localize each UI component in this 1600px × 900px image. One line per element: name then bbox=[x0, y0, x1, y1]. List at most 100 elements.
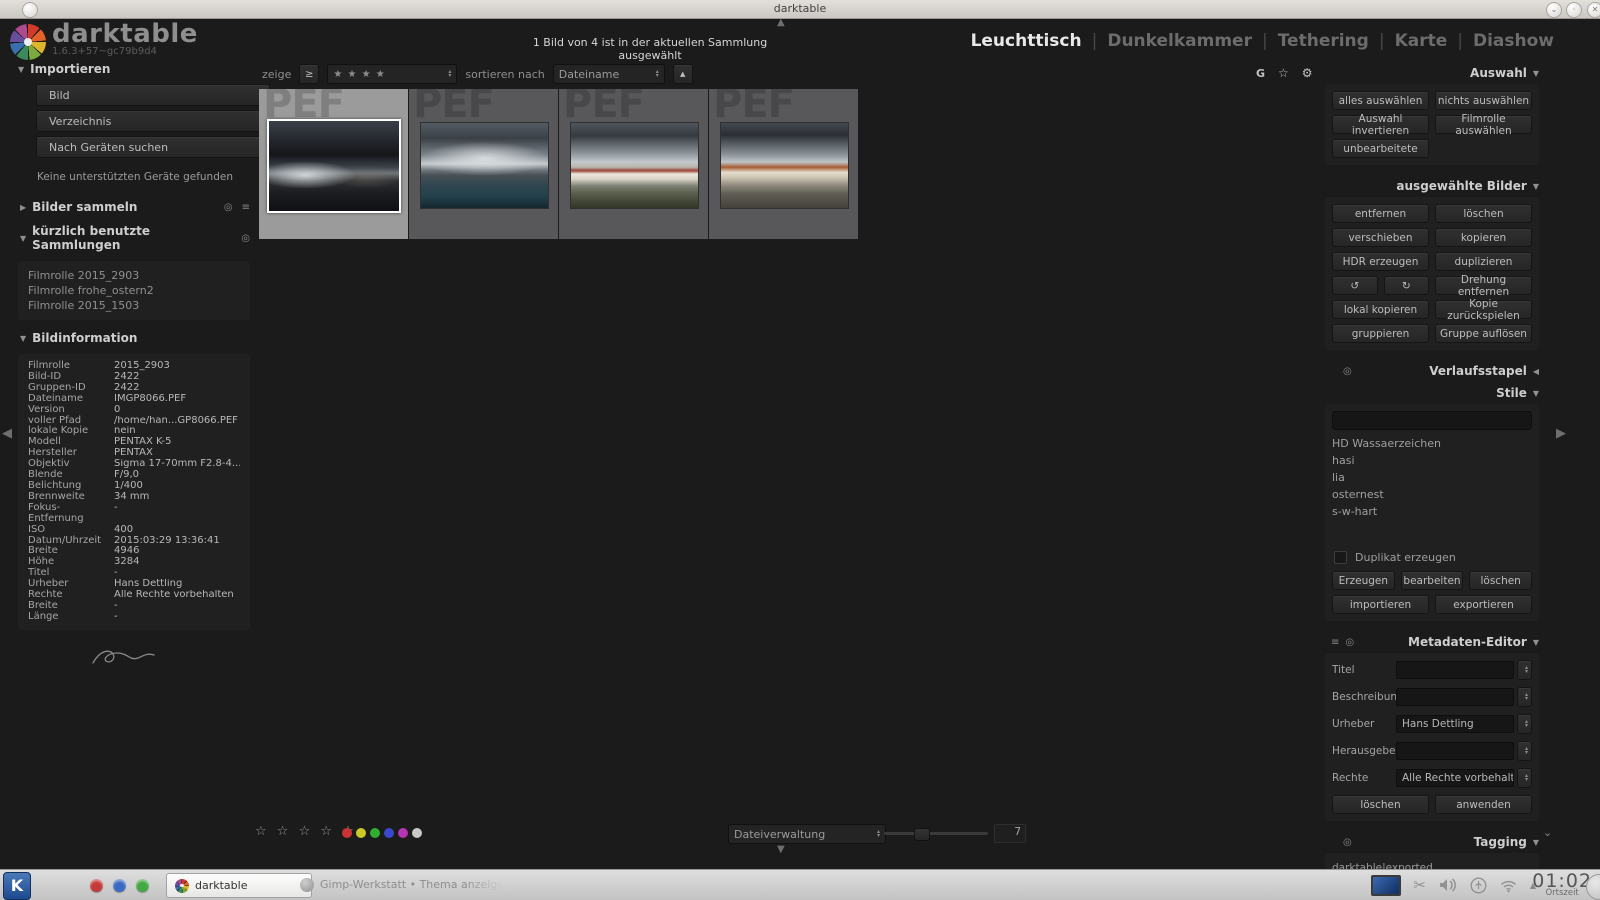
color-label-dot[interactable] bbox=[356, 828, 366, 838]
ungroup-button[interactable]: Gruppe auflösen bbox=[1435, 324, 1532, 343]
panel-scroll-down-icon[interactable]: ⌄ bbox=[1543, 826, 1552, 839]
field-spinner[interactable]: ▴ ▾ bbox=[1517, 741, 1532, 761]
history-stack-header[interactable]: ◎ Verlaufsstapel ◀ bbox=[1325, 360, 1539, 382]
group-button[interactable]: gruppieren bbox=[1332, 324, 1429, 343]
module-list-icon[interactable]: ≡ bbox=[1331, 637, 1339, 648]
import-section-header[interactable]: ▼ Importieren bbox=[18, 62, 252, 76]
import-folder-button[interactable]: Verzeichnis bbox=[36, 110, 270, 132]
rights-field[interactable]: Alle Rechte vorbehalten bbox=[1396, 769, 1514, 787]
selected-images-header[interactable]: ausgewählte Bilder ▼ bbox=[1325, 175, 1539, 197]
thumbnail-cell[interactable]: PEF bbox=[409, 89, 558, 239]
thumbnail-cell[interactable]: PEF bbox=[709, 89, 858, 239]
taskbar-item-gimp[interactable]: Gimp-Werkstatt • Thema anzeigen - 1.1 Au… bbox=[300, 873, 505, 896]
style-item[interactable]: lia bbox=[1332, 469, 1532, 486]
styles-search-input[interactable] bbox=[1332, 411, 1532, 430]
invert-selection-button[interactable]: Auswahl invertieren bbox=[1332, 113, 1429, 137]
presets-icon[interactable]: ◎ bbox=[241, 233, 250, 244]
remove-button[interactable]: entfernen bbox=[1332, 204, 1429, 223]
duplicate-button[interactable]: duplizieren bbox=[1435, 252, 1532, 271]
recent-collections-header[interactable]: ▼ kürzlich benutzte Sammlungen ◎ bbox=[18, 219, 252, 257]
kde-menu-button[interactable]: K bbox=[3, 872, 31, 900]
resync-copy-button[interactable]: Kopie zurückspielen bbox=[1435, 298, 1532, 322]
view-karte[interactable]: Karte bbox=[1395, 31, 1448, 51]
recent-collection-item[interactable]: Filmrolle 2015_2903 bbox=[28, 268, 240, 283]
wifi-icon[interactable] bbox=[1499, 878, 1518, 893]
field-spinner[interactable]: ▴ ▾ bbox=[1517, 768, 1532, 788]
rotate-cw-button[interactable]: ↻ bbox=[1383, 276, 1429, 295]
style-item[interactable]: HD Wassaerzeichen bbox=[1332, 435, 1532, 452]
metadata-editor-header[interactable]: ≡ ◎ Metadaten-Editor ▼ bbox=[1325, 631, 1539, 653]
field-spinner[interactable]: ▴ ▾ bbox=[1517, 687, 1532, 707]
desktop-dot-blue[interactable] bbox=[113, 879, 126, 892]
desktop-dot-green[interactable] bbox=[136, 879, 149, 892]
presets-icon[interactable]: ◎ bbox=[224, 202, 233, 213]
color-label-dot[interactable] bbox=[370, 828, 380, 838]
color-label-dot[interactable] bbox=[412, 828, 422, 838]
thumbnail-cell[interactable]: PEF bbox=[559, 89, 708, 239]
style-delete-button[interactable]: löschen bbox=[1469, 571, 1532, 590]
select-all-button[interactable]: alles auswählen bbox=[1332, 91, 1429, 110]
collapse-right-panel-icon[interactable]: ▶ bbox=[1556, 426, 1566, 441]
copy-locally-button[interactable]: lokal kopieren bbox=[1332, 300, 1429, 319]
description-field[interactable] bbox=[1396, 688, 1514, 706]
color-label-dot[interactable] bbox=[384, 828, 394, 838]
view-dunkelkammer[interactable]: Dunkelkammer bbox=[1107, 31, 1252, 51]
zoom-slider-thumb[interactable] bbox=[914, 828, 930, 841]
style-import-button[interactable]: importieren bbox=[1332, 595, 1429, 614]
recent-collection-item[interactable]: Filmrolle 2015_1503 bbox=[28, 298, 240, 313]
reset-rotation-button[interactable]: Drehung entfernen bbox=[1435, 274, 1532, 298]
grouping-icon[interactable]: G bbox=[1256, 67, 1265, 80]
taskbar-item-darktable[interactable]: darktable bbox=[166, 873, 312, 898]
color-label-dot[interactable] bbox=[342, 828, 352, 838]
rotate-ccw-button[interactable]: ↺ bbox=[1332, 276, 1378, 295]
style-item[interactable]: osternest bbox=[1332, 486, 1532, 503]
view-tethering[interactable]: Tethering bbox=[1278, 31, 1369, 51]
view-diashow[interactable]: Diashow bbox=[1473, 31, 1554, 51]
window-shade-button[interactable]: ⌄ bbox=[1546, 2, 1562, 18]
style-edit-button[interactable]: bearbeiten bbox=[1400, 571, 1464, 590]
preferences-gear-icon[interactable]: ⚙ bbox=[1302, 66, 1313, 80]
create-hdr-button[interactable]: HDR erzeugen bbox=[1332, 252, 1429, 271]
clipboard-scissors-icon[interactable]: ✂ bbox=[1413, 876, 1426, 894]
presets-icon[interactable]: ◎ bbox=[1345, 637, 1354, 648]
select-filmroll-button[interactable]: Filmrolle auswählen bbox=[1435, 113, 1532, 137]
recent-collection-item[interactable]: Filmrolle frohe_ostern2 bbox=[28, 283, 240, 298]
color-label-dot[interactable] bbox=[398, 828, 408, 838]
collapse-left-panel-icon[interactable]: ◀ bbox=[2, 426, 12, 441]
display-settings-icon[interactable] bbox=[1371, 874, 1402, 896]
window-maximize-button[interactable]: ◦ bbox=[1566, 2, 1582, 18]
style-export-button[interactable]: exportieren bbox=[1435, 595, 1532, 614]
usb-device-icon[interactable] bbox=[1470, 876, 1487, 894]
desktop-dot-red[interactable] bbox=[90, 879, 103, 892]
copy-button[interactable]: kopieren bbox=[1435, 228, 1532, 247]
move-button[interactable]: verschieben bbox=[1332, 228, 1429, 247]
zoom-slider[interactable] bbox=[884, 828, 988, 841]
sort-select[interactable]: Dateiname ▴ ▾ bbox=[552, 64, 665, 84]
title-field[interactable] bbox=[1396, 661, 1514, 679]
delete-button[interactable]: löschen bbox=[1435, 204, 1532, 223]
rating-compare-button[interactable]: ≥ bbox=[299, 64, 320, 84]
volume-icon[interactable] bbox=[1438, 877, 1458, 893]
creator-field[interactable]: Hans Dettling bbox=[1396, 715, 1514, 733]
presets-icon[interactable]: ◎ bbox=[1343, 837, 1352, 848]
thumbnail-cell-selected[interactable]: PEF bbox=[259, 89, 408, 239]
duplicate-checkbox[interactable] bbox=[1334, 551, 1347, 564]
scan-devices-button[interactable]: Nach Geräten suchen bbox=[36, 136, 270, 158]
favorite-filter-icon[interactable]: ☆ bbox=[1278, 66, 1289, 80]
image-info-header[interactable]: ▼ Bildinformation bbox=[18, 326, 252, 350]
styles-section-header[interactable]: Stile ▼ bbox=[1325, 382, 1539, 404]
tagging-section-header[interactable]: ◎ Tagging ▼ bbox=[1325, 831, 1539, 853]
module-list-icon[interactable]: ≡ bbox=[242, 202, 250, 213]
presets-icon[interactable]: ◎ bbox=[1343, 366, 1352, 377]
metadata-clear-button[interactable]: löschen bbox=[1332, 795, 1429, 814]
publisher-field[interactable] bbox=[1396, 742, 1514, 760]
field-spinner[interactable]: ▴ ▾ bbox=[1517, 714, 1532, 734]
select-none-button[interactable]: nichts auswählen bbox=[1435, 91, 1532, 110]
rating-filter-select[interactable]: ★ ★ ★ ★ ▴ ▾ bbox=[327, 64, 458, 84]
metadata-apply-button[interactable]: anwenden bbox=[1435, 795, 1532, 814]
collect-section-header[interactable]: ▶ Bilder sammeln ◎ ≡ bbox=[18, 195, 252, 219]
selection-section-header[interactable]: Auswahl ▼ bbox=[1325, 62, 1539, 84]
field-spinner[interactable]: ▴ ▾ bbox=[1517, 660, 1532, 680]
collapse-bottom-panel-icon[interactable]: ▼ bbox=[777, 844, 785, 855]
window-close-button[interactable]: ✕ bbox=[1587, 2, 1600, 18]
